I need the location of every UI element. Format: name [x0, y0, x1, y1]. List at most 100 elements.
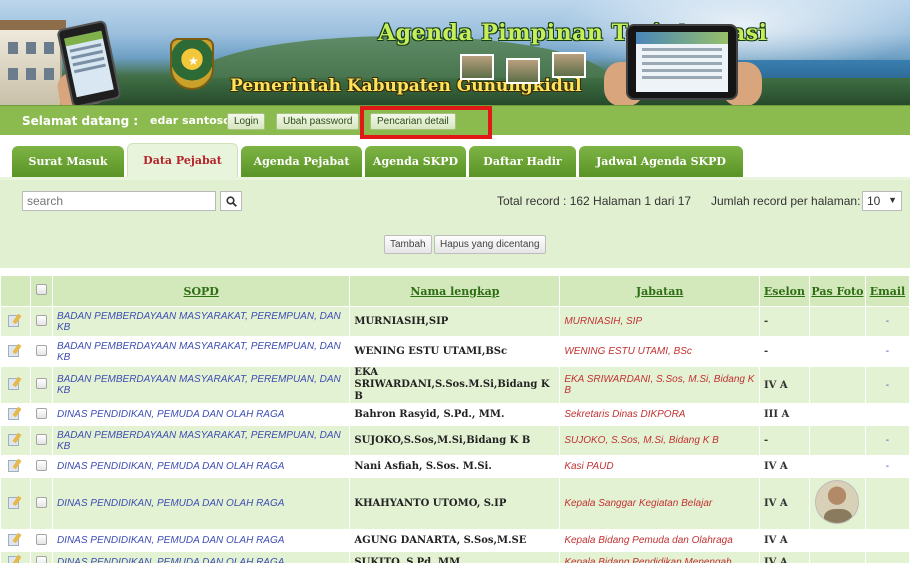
cell-nama: SUKITO, S.Pd, MM [349, 551, 561, 563]
row-checkbox[interactable] [35, 533, 47, 545]
cell-foto [809, 366, 866, 404]
cell-jabatan: Kepala Sanggar Kegiatan Belajar [559, 477, 760, 530]
row-checkbox[interactable] [35, 314, 47, 326]
table-header-row: SOPD Nama lengkap Jabatan Eselon Pas Fot… [0, 275, 910, 307]
tablet-graphic [626, 24, 738, 100]
edit-icon[interactable] [8, 376, 22, 390]
cell-nama: Bahron Rasyid, S.Pd., MM. [349, 403, 561, 426]
cell-jabatan: EKA SRIWARDANI, S.Sos, M.Si, Bidang K B [559, 366, 760, 404]
cell-eselon: IV A [759, 366, 810, 404]
cell-email[interactable]: - [865, 366, 910, 404]
per-page-select[interactable]: 10 ▼ [862, 191, 902, 211]
edit-icon[interactable] [8, 532, 22, 546]
cell-sopd: BADAN PEMBERDAYAAN MASYARAKAT, PEREMPUAN… [52, 425, 351, 456]
cell-eselon: - [759, 425, 810, 456]
cell-eselon: IV A [759, 455, 810, 478]
cell-email[interactable]: - [865, 425, 910, 456]
header-banner: ★ Agenda Pimpinan Terintegrasi Pemerinta… [0, 0, 910, 105]
cell-sopd: BADAN PEMBERDAYAAN MASYARAKAT, PEREMPUAN… [52, 306, 351, 337]
cell-email[interactable]: - [865, 306, 910, 337]
cell-email[interactable] [865, 403, 910, 426]
chevron-down-icon: ▼ [888, 195, 897, 205]
header-sopd[interactable]: SOPD [51, 275, 351, 307]
edit-icon[interactable] [8, 343, 22, 357]
cell-foto [809, 306, 866, 337]
cell-nama: Nani Asfiah, S.Sos. M.Si. [349, 455, 561, 478]
cell-email[interactable] [865, 551, 910, 563]
cell-nama: SUJOKO,S.Sos,M.Si,Bidang K B [349, 425, 561, 456]
search-input[interactable] [22, 191, 216, 211]
header-eselon[interactable]: Eselon [758, 275, 810, 307]
row-checkbox[interactable] [35, 378, 47, 389]
row-checkbox[interactable] [35, 496, 47, 508]
header-foto[interactable]: Pas Foto [808, 275, 866, 307]
tab-jadwal-agenda-skpd[interactable]: Jadwal Agenda SKPD [579, 146, 743, 177]
change-password-button[interactable]: Ubah password [276, 113, 360, 130]
table-row: BADAN PEMBERDAYAAN MASYARAKAT, PEREMPUAN… [0, 366, 910, 404]
tab-surat-masuk[interactable]: Surat Masuk [12, 146, 124, 177]
row-checkbox[interactable] [35, 555, 47, 563]
action-toolbar: Tambah Hapus yang dicentang [0, 222, 910, 268]
table-row: DINAS PENDIDIKAN, PEMUDA DAN OLAH RAGA N… [0, 455, 910, 478]
cell-jabatan: MURNIASIH, SIP [559, 306, 760, 337]
cell-sopd: BADAN PEMBERDAYAAN MASYARAKAT, PEREMPUAN… [52, 336, 351, 367]
edit-icon[interactable] [8, 406, 22, 420]
cell-eselon: IV A [759, 529, 810, 552]
row-checkbox[interactable] [35, 344, 47, 356]
cell-eselon: - [759, 306, 810, 337]
header-jabatan[interactable]: Jabatan [559, 275, 760, 307]
header-email[interactable]: Email [864, 275, 910, 307]
greeting-text: Selamat datang : [22, 114, 139, 128]
cell-email[interactable]: - [865, 336, 910, 367]
record-summary: Total record : 162 Halaman 1 dari 17 [497, 194, 692, 208]
delete-checked-button[interactable]: Hapus yang dicentang [434, 235, 546, 254]
edit-icon[interactable] [8, 432, 22, 446]
cell-sopd: BADAN PEMBERDAYAAN MASYARAKAT, PEREMPUAN… [52, 366, 351, 404]
highlight-annotation [360, 106, 492, 139]
tab-bar: Surat Masuk Data Pejabat Agenda Pejabat … [0, 140, 910, 177]
edit-icon[interactable] [8, 458, 22, 472]
select-all-checkbox[interactable] [35, 284, 47, 295]
tab-agenda-skpd[interactable]: Agenda SKPD [365, 146, 466, 177]
meeting-photo [460, 54, 494, 80]
header-nama[interactable]: Nama lengkap [349, 275, 561, 307]
table-row: DINAS PENDIDIKAN, PEMUDA DAN OLAH RAGA K… [0, 477, 910, 530]
edit-icon[interactable] [8, 313, 22, 327]
search-toolbar: Total record : 162 Halaman 1 dari 17 Jum… [0, 180, 910, 222]
app-page: ★ Agenda Pimpinan Terintegrasi Pemerinta… [0, 0, 910, 563]
tab-daftar-hadir[interactable]: Daftar Hadir [469, 146, 576, 177]
tab-data-pejabat[interactable]: Data Pejabat [127, 143, 238, 177]
cell-foto [809, 336, 866, 367]
table-row: DINAS PENDIDIKAN, PEMUDA DAN OLAH RAGA A… [0, 529, 910, 552]
row-checkbox[interactable] [35, 407, 47, 419]
header-select-all [29, 275, 53, 307]
cell-foto [809, 529, 866, 552]
building-graphic [0, 20, 66, 105]
cell-jabatan: Kasi PAUD [559, 455, 760, 478]
cell-nama: AGUNG DANARTA, S.Sos,M.SE [349, 529, 561, 552]
row-checkbox[interactable] [35, 433, 47, 445]
meeting-photo [552, 52, 586, 78]
regency-crest-logo: ★ [170, 38, 214, 90]
cell-eselon: IV A [759, 477, 810, 530]
add-button[interactable]: Tambah [384, 235, 432, 254]
officials-table: SOPD Nama lengkap Jabatan Eselon Pas Fot… [0, 275, 910, 563]
tab-agenda-pejabat[interactable]: Agenda Pejabat [241, 146, 362, 177]
login-button[interactable]: Login [227, 113, 266, 130]
table-row: DINAS PENDIDIKAN, PEMUDA DAN OLAH RAGA S… [0, 551, 910, 563]
edit-icon[interactable] [8, 495, 22, 509]
table-row: DINAS PENDIDIKAN, PEMUDA DAN OLAH RAGA B… [0, 403, 910, 426]
cell-jabatan: WENING ESTU UTAMI, BSc [559, 336, 760, 367]
cell-email[interactable] [865, 529, 910, 552]
username-text: edar santoso [150, 114, 231, 127]
edit-icon[interactable] [8, 554, 22, 563]
cell-foto [809, 477, 866, 530]
search-button[interactable] [220, 191, 242, 211]
cell-email[interactable]: - [865, 455, 910, 478]
row-checkbox[interactable] [35, 459, 47, 471]
cell-email[interactable] [865, 477, 910, 530]
cell-sopd: DINAS PENDIDIKAN, PEMUDA DAN OLAH RAGA [52, 455, 351, 478]
cell-nama: EKA SRIWARDANI,S.Sos.M.Si,Bidang K B [349, 366, 561, 404]
cell-eselon: - [759, 336, 810, 367]
cell-nama: KHAHYANTO UTOMO, S.IP [349, 477, 561, 530]
